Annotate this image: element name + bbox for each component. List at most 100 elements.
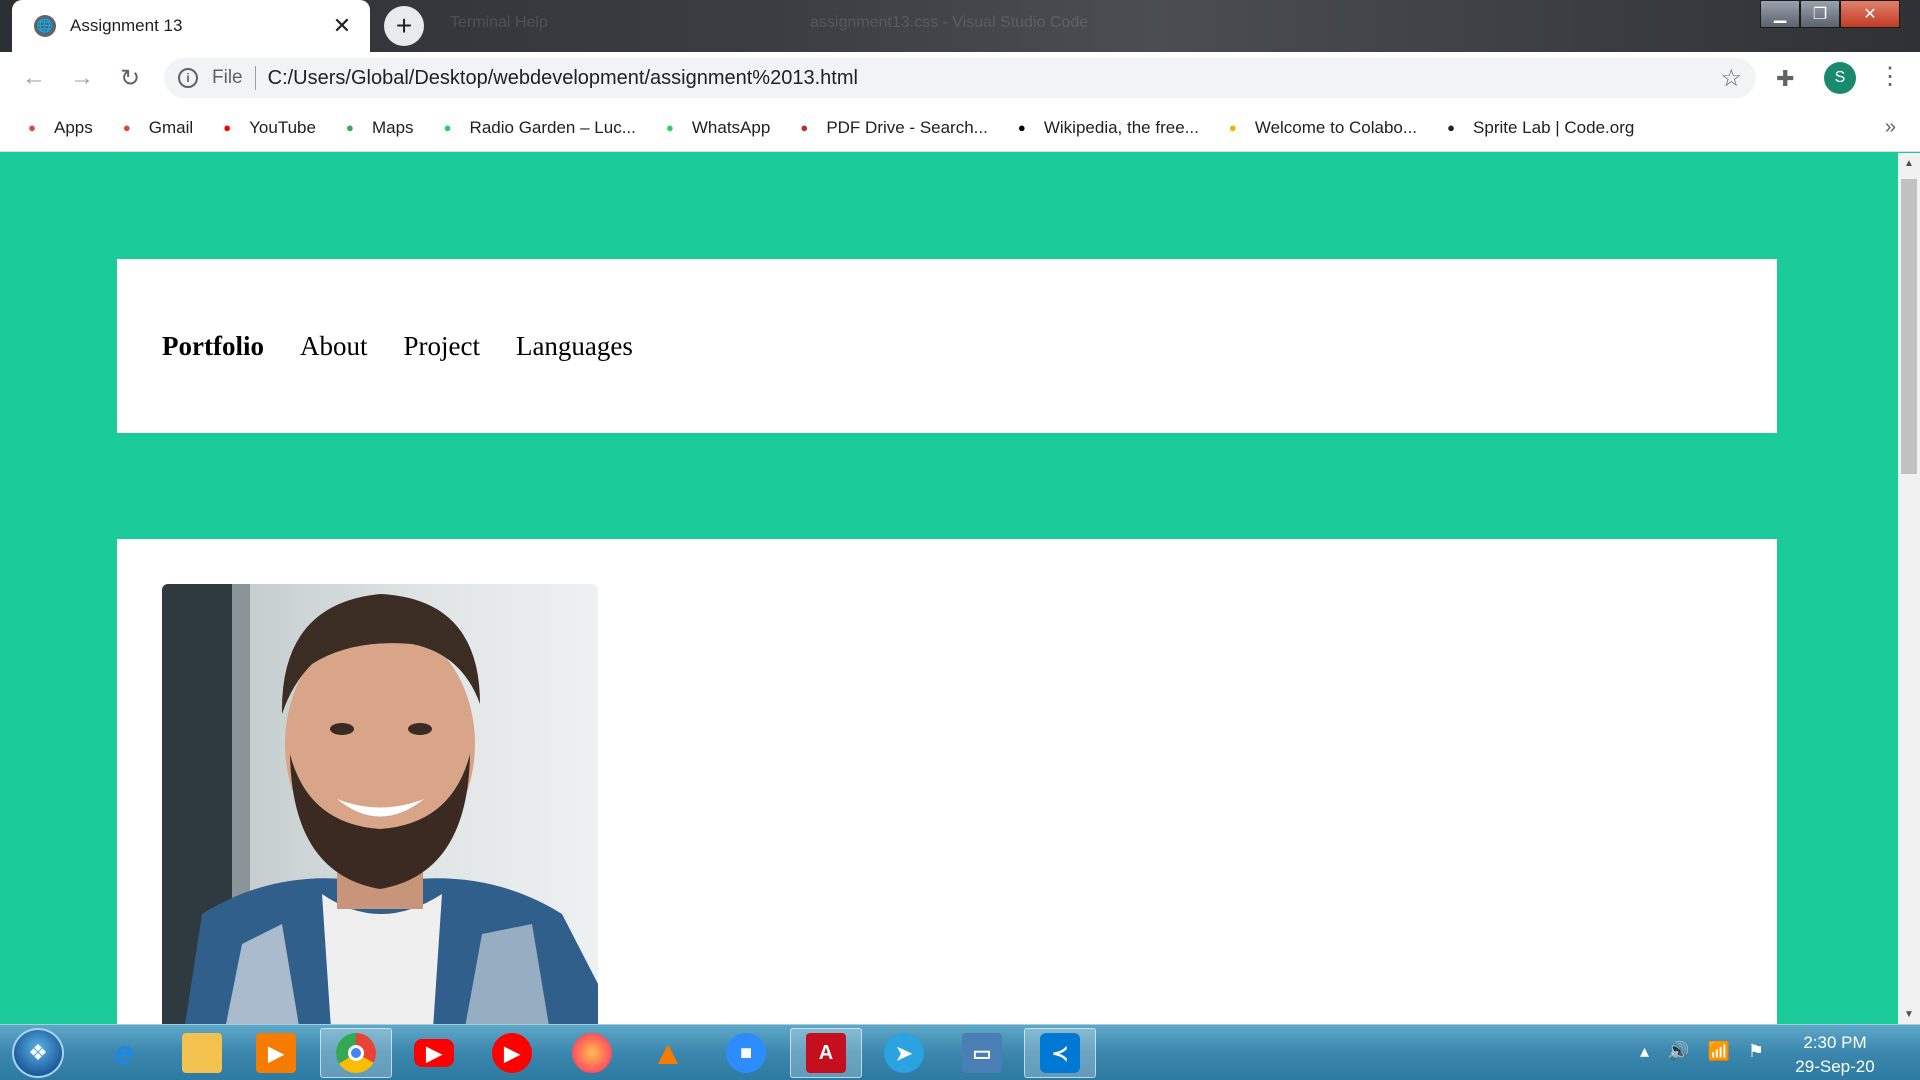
new-tab-button[interactable]: +	[384, 6, 424, 46]
globe-icon: 🌐	[34, 15, 56, 37]
apps-icon: ●	[28, 120, 36, 135]
taskbar-clock[interactable]: 2:30 PM 29-Sep-20	[1780, 1031, 1890, 1079]
taskbar-acrobat[interactable]: A	[790, 1028, 862, 1078]
windows-taskbar: ❖ e ▶ ▶ ▶ ▲ ■ A ➤ ▭ ≺ ▴ 🔊 📶 ⚑ 2:30 PM 29…	[0, 1024, 1920, 1080]
bookmarks-bar: ● Apps ● Gmail ● YouTube ● Maps ● Radio Garden – …	[0, 104, 1920, 152]
bookmark-label: Maps	[371, 117, 414, 137]
browser-tab[interactable]: 🌐 Assignment 13 ✕	[12, 0, 370, 52]
bookmark-item[interactable]: ● Welcome to Colabo...	[1223, 118, 1417, 138]
youtube-icon: ▶	[414, 1039, 454, 1067]
nav-link-languages[interactable]: Languages	[516, 331, 633, 362]
system-tray: ▴ 🔊 📶 ⚑	[1640, 1041, 1764, 1062]
minimize-button[interactable]: ▁	[1760, 0, 1800, 28]
bookmark-item[interactable]: ● PDF Drive - Search...	[794, 117, 988, 138]
scheme-label: File	[212, 67, 243, 88]
vlc-cone-icon: ▲	[651, 1033, 685, 1072]
extensions-puzzle-icon[interactable]: ✚	[1776, 66, 1794, 92]
pdf-drive-icon: ●	[800, 120, 809, 135]
internet-explorer-icon: e	[114, 1033, 134, 1072]
background-window-title: assignment13.css - Visual Studio Code	[810, 14, 1089, 31]
bookmark-label: Radio Garden – Luc...	[469, 117, 636, 137]
divider	[254, 66, 256, 90]
vscode-icon: ≺	[1040, 1033, 1080, 1073]
profile-photo	[162, 584, 598, 1024]
reload-icon[interactable]: ↻	[110, 58, 150, 98]
taskbar-youtube-music[interactable]: ▶	[476, 1028, 548, 1078]
telegram-icon: ➤	[884, 1033, 924, 1073]
nav-card: Portfolio About Project Languages	[117, 259, 1777, 433]
bookmark-item[interactable]: ● Maps	[340, 118, 414, 138]
maps-icon: ●	[346, 120, 354, 135]
page-scrollbar[interactable]: ▲ ▼	[1898, 153, 1920, 1024]
bookmark-item[interactable]: ● Apps	[22, 118, 93, 138]
taskbar-file-explorer[interactable]	[166, 1028, 238, 1078]
start-button-icon[interactable]: ❖	[12, 1028, 64, 1078]
bookmark-label: WhatsApp	[691, 117, 771, 137]
taskbar-remote-desktop[interactable]: ▭	[946, 1028, 1018, 1078]
action-center-flag-icon[interactable]: ⚑	[1748, 1041, 1764, 1062]
bookmark-label: Apps	[54, 117, 93, 137]
profile-avatar[interactable]: S	[1824, 62, 1856, 94]
bookmark-item[interactable]: ● Gmail	[117, 118, 193, 138]
window-controls: ▁ ❐ ✕	[1760, 0, 1900, 30]
bookmark-star-icon[interactable]: ☆	[1720, 64, 1742, 93]
clock-date: 29-Sep-20	[1795, 1057, 1875, 1076]
youtube-icon: ●	[223, 120, 232, 135]
back-arrow-icon[interactable]: ←	[14, 58, 54, 98]
taskbar-zoom[interactable]: ■	[710, 1028, 782, 1078]
bookmark-item[interactable]: ● Wikipedia, the free...	[1012, 118, 1199, 138]
whatsapp-icon: ●	[665, 120, 674, 135]
bookmark-label: PDF Drive - Search...	[826, 117, 988, 137]
colab-icon: ●	[1228, 120, 1237, 135]
taskbar-youtube[interactable]: ▶	[398, 1028, 470, 1078]
close-tab-icon[interactable]: ✕	[330, 13, 354, 39]
scrollbar-thumb[interactable]	[1901, 179, 1917, 474]
profile-card	[117, 539, 1777, 1024]
taskbar-vlc[interactable]: ▲	[632, 1028, 704, 1078]
code-org-icon: ●	[1447, 120, 1455, 135]
taskbar-telegram[interactable]: ➤	[868, 1028, 940, 1078]
firefox-icon	[572, 1033, 612, 1073]
page-viewport: Portfolio About Project Languages	[0, 153, 1898, 1024]
bookmark-label: YouTube	[249, 117, 316, 137]
browser-tab-strip: 🌐 Assignment 13 ✕ + Terminal Help assign…	[0, 0, 1920, 52]
close-window-button[interactable]: ✕	[1840, 0, 1900, 28]
bookmark-label: Gmail	[148, 117, 194, 137]
nav-link-about[interactable]: About	[300, 331, 368, 362]
bookmark-item[interactable]: ● WhatsApp	[660, 118, 770, 138]
remote-desktop-icon: ▭	[962, 1033, 1002, 1073]
tab-title: Assignment 13	[70, 16, 183, 35]
taskbar-media-player[interactable]: ▶	[240, 1028, 312, 1078]
nav-link-project[interactable]: Project	[403, 331, 479, 362]
taskbar-vscode[interactable]: ≺	[1024, 1028, 1096, 1078]
nav-brand-portfolio[interactable]: Portfolio	[162, 331, 264, 362]
restore-button[interactable]: ❐	[1800, 0, 1840, 28]
scroll-up-arrow-icon[interactable]: ▲	[1898, 153, 1920, 173]
wikipedia-icon: ●	[1017, 120, 1026, 135]
address-bar[interactable]: i File C:/Users/Global/Desktop/webdevelo…	[164, 58, 1756, 98]
media-player-icon: ▶	[256, 1033, 296, 1073]
clock-time: 2:30 PM	[1803, 1033, 1867, 1052]
bookmark-item[interactable]: ● Sprite Lab | Code.org	[1441, 118, 1634, 138]
info-icon[interactable]: i	[178, 68, 198, 88]
bookmark-item[interactable]: ● YouTube	[217, 118, 316, 138]
person-portrait-image	[162, 584, 598, 1024]
bookmarks-overflow-icon[interactable]: »	[1885, 116, 1896, 139]
scroll-down-arrow-icon[interactable]: ▼	[1898, 1004, 1920, 1024]
volume-icon[interactable]: 🔊	[1667, 1041, 1689, 1062]
kebab-menu-icon[interactable]: ⋮	[1878, 62, 1902, 91]
taskbar-chrome[interactable]	[320, 1028, 392, 1078]
taskbar-internet-explorer[interactable]: e	[88, 1028, 160, 1078]
tray-expand-icon[interactable]: ▴	[1640, 1041, 1649, 1062]
bookmark-item[interactable]: ● Radio Garden – Luc...	[438, 118, 636, 138]
radio-garden-icon: ●	[443, 120, 452, 135]
taskbar-firefox[interactable]	[556, 1028, 628, 1078]
url-text[interactable]: C:/Users/Global/Desktop/webdevelopment/a…	[268, 67, 1721, 90]
browser-toolbar: ← → ↻ i File C:/Users/Global/Desktop/web…	[0, 52, 1920, 104]
youtube-music-icon: ▶	[492, 1033, 532, 1073]
forward-arrow-icon[interactable]: →	[62, 58, 102, 98]
gmail-icon: ●	[122, 120, 131, 135]
network-signal-icon[interactable]: 📶	[1707, 1041, 1729, 1062]
zoom-icon: ■	[726, 1033, 766, 1073]
background-window-text: Terminal Help	[450, 14, 548, 31]
